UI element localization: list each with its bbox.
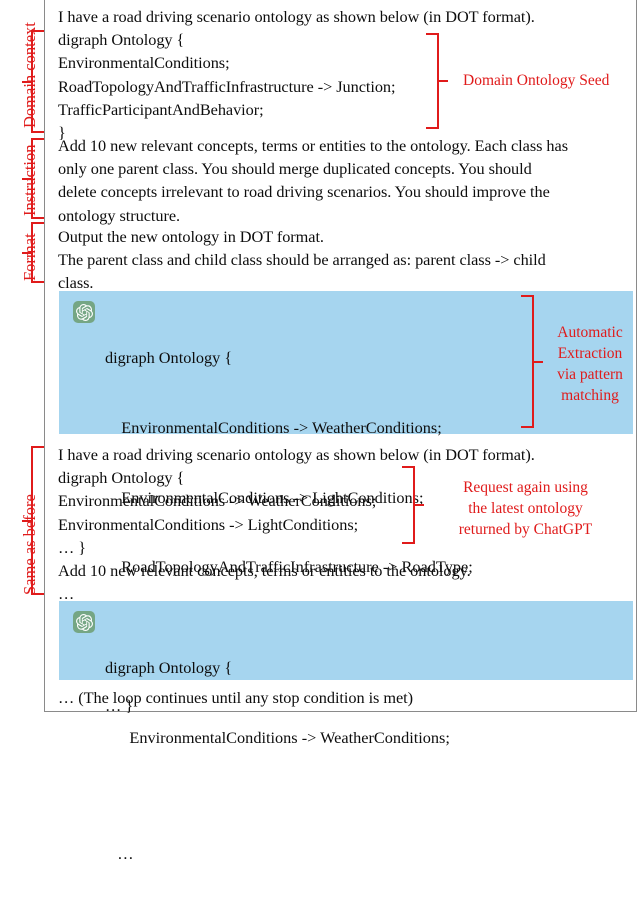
brace-format [22,222,44,283]
figure-frame: I have a road driving scenario ontology … [44,0,638,863]
prompt1-instruction-line: Add 10 new relevant concepts, terms or e… [58,136,568,155]
prompt1-instruction-line: delete concepts irrelevant to road drivi… [58,182,550,202]
prompt1-instruction-line: ontology structure. [58,205,181,225]
brace-domain-context [22,30,44,133]
prompt2-line: Add 10 new relevant concepts, terms or e… [58,561,471,581]
response2-line: digraph Ontology { [105,658,233,678]
prompt1-format-line: Output the new ontology in DOT format. [58,227,324,246]
annotation-line: via pattern [557,366,623,383]
chatgpt-response-block-2: digraph Ontology { EnvironmentalConditio… [59,601,633,863]
loop-footer-note: … (The loop continues until any stop con… [58,686,626,709]
chatgpt-icon [73,611,95,633]
annotation-line: the latest ontology [468,500,583,517]
brace-domain-ontology-seed [426,33,448,129]
response2-line: EnvironmentalConditions -> WeatherCondit… [105,728,450,748]
response1-line: digraph Ontology { [105,348,233,368]
loop-footer-text: … (The loop continues until any stop con… [58,688,413,707]
brace-instruction [22,138,44,219]
annotation-line: Automatic [557,324,623,341]
prompt1-format: Output the new ontology in DOT format. T… [58,225,626,295]
prompt1-domain-line: TrafficParticipantAndBehavior; [58,99,264,119]
annotation-automatic-extraction: Automatic Extraction via pattern matchin… [542,322,638,406]
brace-automatic-extraction [521,295,543,428]
brace-same-as-before [22,446,44,595]
prompt1-domain-line: digraph Ontology { [58,30,185,50]
brace-request-again [402,466,424,544]
annotation-line: returned by ChatGPT [458,521,593,538]
annotation-line: Extraction [557,345,623,362]
annotation-line: Request again using [463,479,588,496]
chatgpt-icon [73,301,95,323]
annotation-line: matching [561,387,619,404]
prompt1-domain-line: I have a road driving scenario ontology … [58,7,535,26]
response1-line: EnvironmentalConditions -> WeatherCondit… [105,418,442,438]
prompt1-format-line: The parent class and child class should … [58,250,546,270]
chatgpt-response-2-text: digraph Ontology { EnvironmentalConditio… [105,610,450,912]
annotation-domain-ontology-seed: Domain Ontology Seed [463,72,610,89]
prompt2-line: I have a road driving scenario ontology … [58,445,535,464]
prompt1-instruction: Add 10 new relevant concepts, terms or e… [58,134,626,227]
prompt1-instruction-line: only one parent class. You should merge … [58,159,532,179]
annotation-request-again: Request again using the latest ontology … [423,477,628,540]
response2-line: … [105,844,134,864]
